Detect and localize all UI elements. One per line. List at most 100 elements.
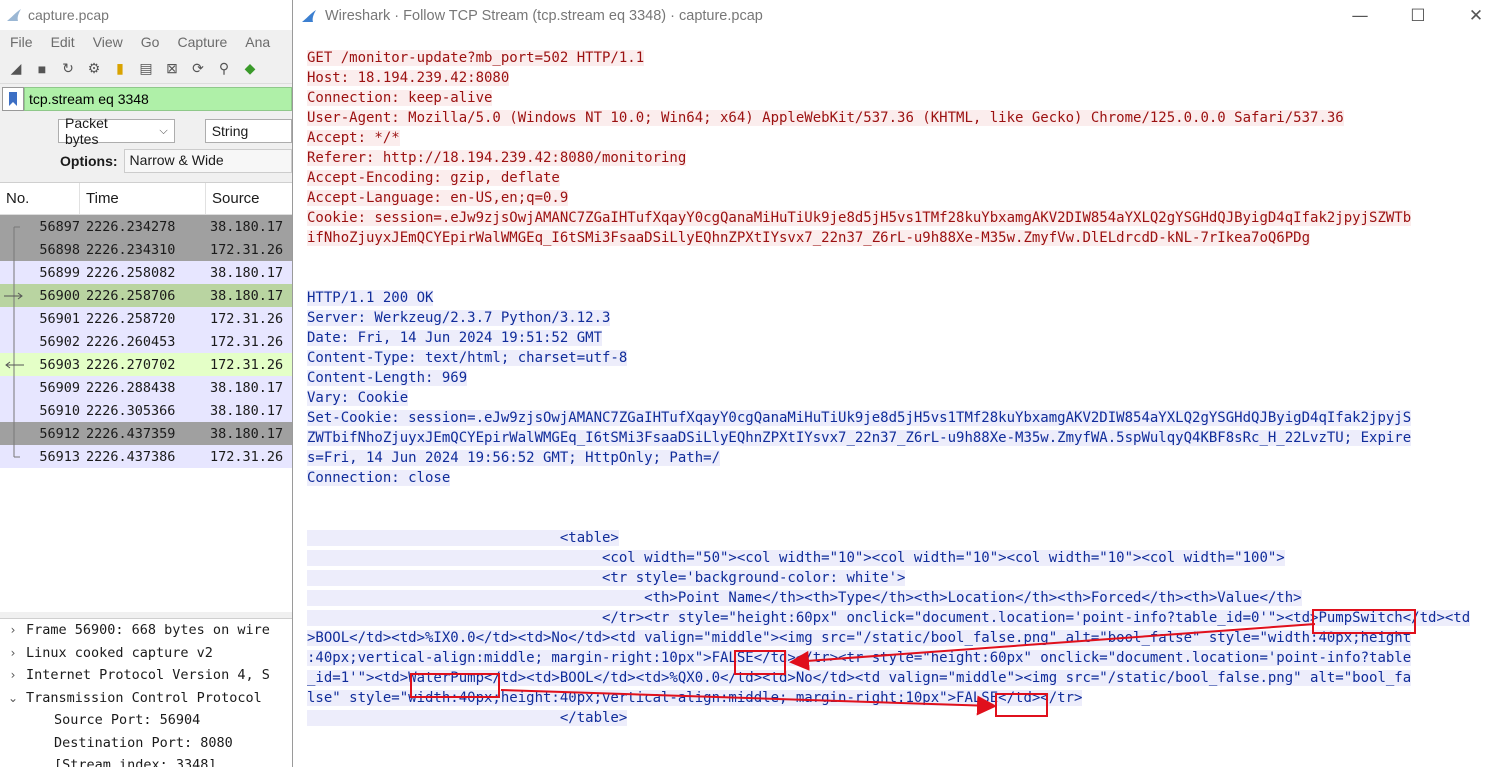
main-title: capture.pcap: [28, 7, 109, 23]
follow-tcp-stream-dialog: Wireshark · Follow TCP Stream (tcp.strea…: [292, 0, 1505, 767]
reload-file-icon[interactable]: ⟳: [188, 59, 208, 79]
annotation-box-waterpump: [410, 673, 500, 698]
menu-item-capture[interactable]: Capture: [177, 34, 227, 50]
stream-response-line: <table>: [307, 528, 1497, 548]
minimize-icon[interactable]: —: [1331, 0, 1389, 32]
related-packet-line-icon: [2, 215, 26, 238]
start-capture-fin-icon[interactable]: ◢: [6, 59, 26, 79]
main-window: capture.pcap File Edit View Go Capture Ana ◢ …: [0, 0, 292, 767]
stream-response-line: Vary: Cookie: [307, 388, 1497, 408]
stream-line-text: HTTP/1.1 200 OK: [307, 290, 434, 306]
dialog-title: Wireshark · Follow TCP Stream (tcp.strea…: [325, 8, 763, 24]
stream-content[interactable]: GET /monitor-update?mb_port=502 HTTP/1.1…: [307, 48, 1497, 767]
restart-capture-icon[interactable]: ↻: [58, 59, 78, 79]
packet-row[interactable]: 56909 2226.288438 38.180.17: [0, 376, 292, 399]
detail-tree-item[interactable]: Destination Port: 8080: [0, 732, 292, 755]
save-file-icon[interactable]: ▤: [136, 59, 156, 79]
stream-blank-line: [307, 268, 1497, 288]
go-back-arrow-icon[interactable]: ◆: [240, 59, 260, 79]
chevron-right-icon[interactable]: ›: [0, 668, 26, 682]
find-packet-search-icon[interactable]: ⚲: [214, 59, 234, 79]
detail-tree-label: Source Port: 56904: [54, 712, 201, 729]
packet-src-cell: 38.180.17: [210, 264, 284, 281]
packet-src-cell: 172.31.26: [210, 310, 284, 327]
packet-src-cell: 38.180.17: [210, 287, 284, 304]
capture-options-gear-icon[interactable]: ⚙: [84, 59, 104, 79]
stream-line-text: <table>: [307, 530, 619, 546]
column-header-time[interactable]: Time: [80, 183, 206, 214]
related-packet-line-icon: [2, 422, 26, 445]
close-icon[interactable]: ✕: [1447, 0, 1505, 32]
packet-row[interactable]: 56899 2226.258082 38.180.17: [0, 261, 292, 284]
packet-time-cell: 2226.258706: [86, 287, 176, 304]
stream-request-line: Host: 18.194.239.42:8080: [307, 68, 1497, 88]
packet-row[interactable]: 56910 2226.305366 38.180.17: [0, 399, 292, 422]
stream-request-line: ifNhoZjuyxJEmQCYEpirWalWMGEq_I6tSMi3Fsaa…: [307, 228, 1497, 248]
detail-tree-label: Linux cooked capture v2: [26, 644, 213, 661]
packet-row[interactable]: 56897 2226.234278 38.180.17: [0, 215, 292, 238]
string-select[interactable]: String: [204, 119, 292, 143]
annotation-box-false-1: [734, 650, 786, 675]
chevron-down-icon[interactable]: ⌄: [0, 691, 26, 705]
detail-tree-label: [Stream index: 3348]: [54, 757, 217, 767]
stream-blank-line: [307, 488, 1497, 508]
detail-tree-item[interactable]: › Linux cooked capture v2: [0, 642, 292, 665]
detail-tree-item[interactable]: › Internet Protocol Version 4, S: [0, 664, 292, 687]
main-toolbar: ◢ ■ ↻ ⚙ ▮ ▤ ⊠ ⟳ ⚲ ◆: [0, 54, 292, 84]
chevron-right-icon[interactable]: ›: [0, 646, 26, 660]
stream-line-text: </table>: [307, 710, 628, 726]
packet-row[interactable]: 56912 2226.437359 38.180.17: [0, 422, 292, 445]
related-packet-line-icon: [2, 376, 26, 399]
stream-line-text: Accept-Language: en-US,en;q=0.9: [307, 190, 569, 206]
stream-line-text: :40px;vertical-align:middle; margin-righ…: [307, 650, 1412, 666]
packet-src-cell: 172.31.26: [210, 333, 284, 350]
close-file-icon[interactable]: ⊠: [162, 59, 182, 79]
column-header-no[interactable]: No.: [0, 183, 80, 214]
stream-line-text: Cookie: session=.eJw9zjsOwjAMANC7ZGaIHTu…: [307, 210, 1412, 226]
packet-row[interactable]: 56900 2226.258706 38.180.17: [0, 284, 292, 307]
menubar: File Edit View Go Capture Ana: [0, 30, 292, 54]
related-packet-line-icon: [2, 353, 26, 376]
packet-src-cell: 38.180.17: [210, 425, 284, 442]
stop-capture-icon[interactable]: ■: [32, 59, 52, 79]
display-filter-bar: [2, 86, 292, 112]
packet-row[interactable]: 56913 2226.437386 172.31.26: [0, 445, 292, 468]
packet-time-cell: 2226.437386: [86, 448, 176, 465]
stream-line-text: Date: Fri, 14 Jun 2024 19:51:52 GMT: [307, 330, 603, 346]
packet-row[interactable]: 56903 2226.270702 172.31.26: [0, 353, 292, 376]
menu-item-edit[interactable]: Edit: [51, 34, 75, 50]
options-value[interactable]: Narrow & Wide: [123, 149, 292, 173]
detail-tree-item[interactable]: ⌄ Transmission Control Protocol: [0, 687, 292, 710]
menu-item-view[interactable]: View: [93, 34, 123, 50]
stream-line-text: <col width="50"><col width="10"><col wid…: [307, 550, 1285, 566]
stream-request-line: Accept: */*: [307, 128, 1497, 148]
stream-response-line: :40px;vertical-align:middle; margin-righ…: [307, 648, 1497, 668]
detail-tree-item[interactable]: [Stream index: 3348]: [0, 754, 292, 767]
maximize-icon[interactable]: ☐: [1389, 0, 1447, 32]
wireshark-fin-icon: [302, 10, 316, 22]
annotation-box-pumpswitch: [1312, 609, 1416, 634]
packet-bytes-select[interactable]: Packet bytes ⌵: [58, 115, 175, 147]
column-header-source[interactable]: Source: [206, 183, 292, 214]
packet-src-cell: 38.180.17: [210, 218, 284, 235]
menu-item-ana[interactable]: Ana: [245, 34, 270, 50]
menu-item-file[interactable]: File: [10, 34, 33, 50]
packet-row[interactable]: 56901 2226.258720 172.31.26: [0, 307, 292, 330]
packet-row[interactable]: 56898 2226.234310 172.31.26: [0, 238, 292, 261]
stream-request-line: Referer: http://18.194.239.42:8080/monit…: [307, 148, 1497, 168]
display-filter-input[interactable]: [24, 87, 292, 111]
packet-row[interactable]: 56902 2226.260453 172.31.26: [0, 330, 292, 353]
stream-request-line: Accept-Encoding: gzip, deflate: [307, 168, 1497, 188]
stream-line-text: User-Agent: Mozilla/5.0 (Windows NT 10.0…: [307, 110, 1344, 126]
packet-time-cell: 2226.288438: [86, 379, 176, 396]
detail-tree-item[interactable]: Source Port: 56904: [0, 709, 292, 732]
detail-tree-item[interactable]: › Frame 56900: 668 bytes on wire: [0, 619, 292, 642]
packet-list-header: No. Time Source: [0, 183, 292, 215]
related-packet-line-icon: [2, 284, 26, 307]
open-file-folder-icon[interactable]: ▮: [110, 59, 130, 79]
stream-line-text: Accept: */*: [307, 130, 400, 146]
filter-bookmark-icon[interactable]: [2, 87, 24, 111]
menu-item-go[interactable]: Go: [141, 34, 160, 50]
stream-line-text: GET /monitor-update?mb_port=502 HTTP/1.1: [307, 50, 645, 66]
chevron-right-icon[interactable]: ›: [0, 623, 26, 637]
